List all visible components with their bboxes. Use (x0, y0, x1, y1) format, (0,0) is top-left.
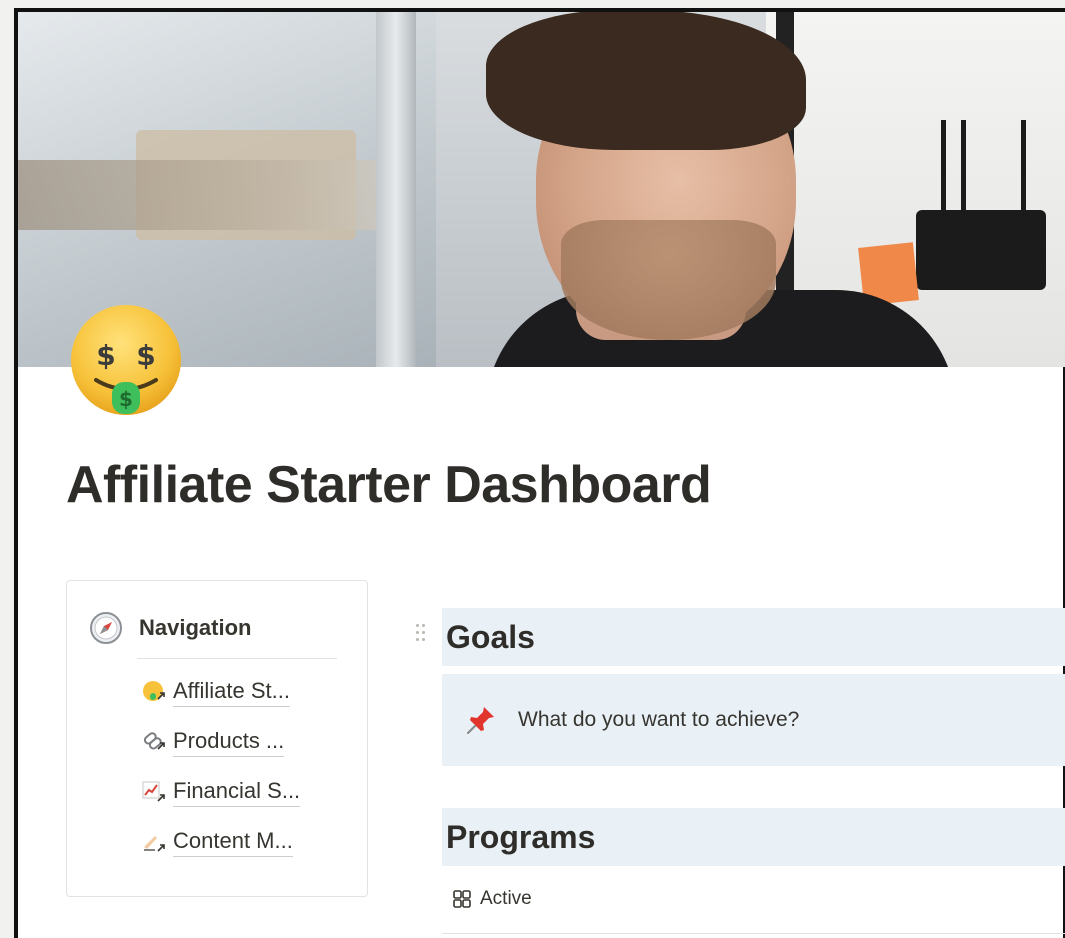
nav-item-affiliate-starter[interactable]: Affiliate St... (141, 667, 341, 717)
gallery-view-icon (453, 890, 471, 908)
window-border (14, 8, 1065, 12)
view-tab-divider (442, 933, 1065, 934)
nav-item-label: Content M... (173, 828, 293, 857)
notion-page: $ $ $ Affiliate Starter Dashboard Naviga… (16, 10, 1065, 938)
cover-person-beard (561, 220, 776, 340)
pushpin-icon (466, 707, 494, 735)
cover-router (916, 210, 1046, 290)
navigation-heading[interactable]: Navigation (89, 611, 251, 645)
nav-item-financial[interactable]: Financial S... (141, 767, 341, 817)
programs-heading: Programs (446, 818, 596, 855)
navigation-divider (137, 658, 337, 659)
window-frame: $ $ $ Affiliate Starter Dashboard Naviga… (0, 0, 1065, 938)
cover-pillar (376, 10, 416, 367)
view-tab-label: Active (480, 888, 532, 909)
chain-link-icon (143, 732, 165, 750)
block-drag-handle[interactable] (416, 624, 430, 646)
writing-hand-icon (144, 836, 165, 852)
navigation-list: Affiliate St... Products ... Financial S… (141, 667, 341, 867)
goals-heading: Goals (446, 618, 535, 655)
goals-heading-block[interactable]: Goals (442, 608, 1065, 666)
goals-callout[interactable]: What do you want to achieve? (442, 674, 1065, 766)
nav-item-label: Products ... (173, 728, 285, 757)
nav-item-label: Financial S... (173, 778, 301, 807)
nav-item-products[interactable]: Products ... (141, 717, 341, 767)
compass-icon (90, 612, 122, 644)
window-border (14, 8, 18, 938)
nav-item-label: Affiliate St... (173, 678, 290, 707)
programs-heading-block[interactable]: Programs (442, 808, 1065, 866)
nav-item-content[interactable]: Content M... (141, 817, 341, 867)
navigation-block: Navigation Affiliate St... Products ... … (66, 580, 368, 897)
svg-text:$: $ (119, 387, 133, 411)
cover-person-hair (486, 10, 806, 150)
navigation-heading-label: Navigation (139, 615, 252, 640)
svg-text:$: $ (96, 339, 115, 372)
view-tab-active[interactable]: Active (452, 888, 532, 910)
money-mouth-link-icon (143, 681, 165, 701)
svg-text:$: $ (136, 339, 155, 372)
chart-increasing-icon (142, 781, 165, 802)
page-title[interactable]: Affiliate Starter Dashboard (66, 455, 712, 515)
cover-desk (16, 160, 396, 230)
money-mouth-face-icon[interactable]: $ $ $ (66, 302, 186, 422)
callout-text: What do you want to achieve? (518, 708, 800, 731)
